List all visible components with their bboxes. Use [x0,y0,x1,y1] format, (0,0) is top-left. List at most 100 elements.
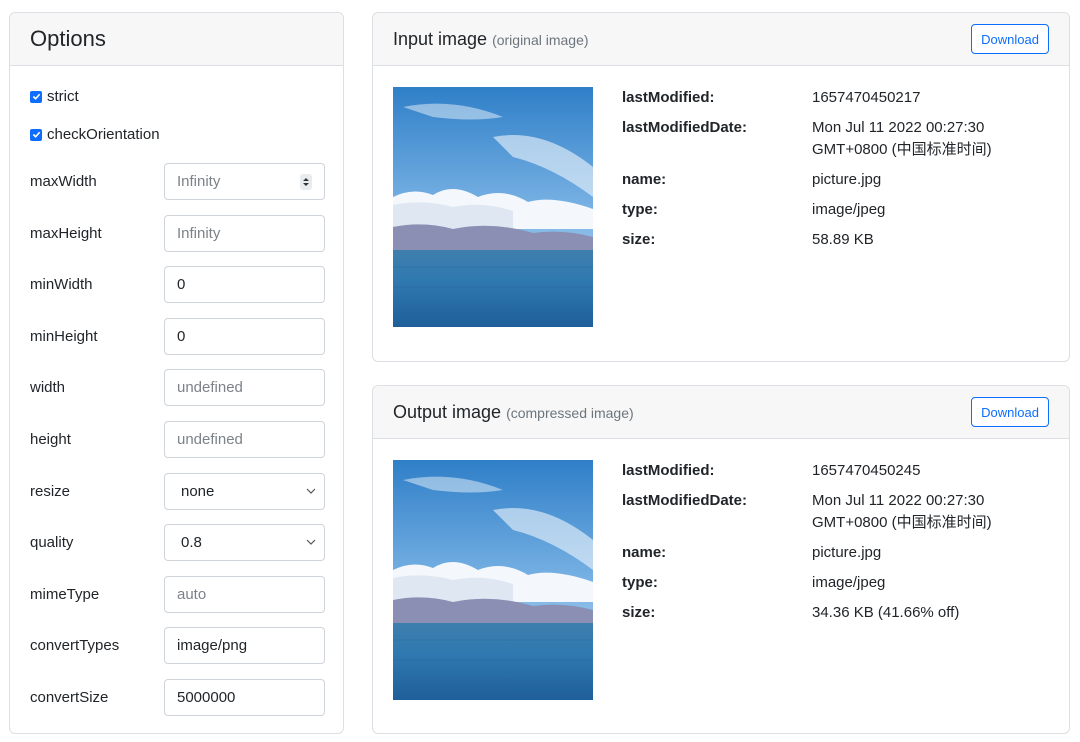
output-image-meta: lastModified: 1657470450245 lastModifiedD… [622,460,1052,632]
quality-select[interactable]: 0.8 [164,524,325,561]
meta-row: type: image/jpeg [622,572,1052,594]
input-download-button[interactable]: Download [971,24,1049,54]
meta-key: lastModified: [622,89,715,106]
meta-key: size: [622,231,656,248]
width-label: width [30,379,66,396]
check-orientation-checkbox-row[interactable]: checkOrientation [30,126,160,143]
height-label: height [30,431,71,448]
min-width-value: 0 [177,276,186,293]
meta-value: image/jpeg [812,201,886,218]
meta-key: name: [622,544,667,561]
convert-types-value: image/png [177,637,248,654]
meta-key: type: [622,201,658,218]
meta-row: type: image/jpeg [622,199,1052,221]
field-mime-type: mimeType auto [30,576,325,613]
resize-label: resize [30,483,71,500]
convert-types-label: convertTypes [30,637,120,654]
number-spinner-icon[interactable] [300,174,312,190]
output-image-title: Output image [393,401,502,422]
field-convert-size: convertSize 5000000 [30,679,325,716]
meta-value: 58.89 KB [812,231,874,248]
max-width-value: Infinity [177,173,221,190]
chevron-down-icon [306,488,316,494]
mime-type-input[interactable]: auto [164,576,325,613]
convert-size-input[interactable]: 5000000 [164,679,325,716]
input-image-panel: Input image (original image) Download las… [372,12,1070,362]
landscape-image [393,460,593,700]
convert-size-value: 5000000 [177,689,236,706]
max-width-input[interactable]: Infinity [164,163,325,200]
field-min-width: minWidth 0 [30,266,325,303]
max-width-label: maxWidth [30,173,97,190]
strict-checkbox[interactable] [30,90,42,103]
meta-key: type: [622,574,658,591]
field-resize: resize none [30,473,325,510]
strict-label: strict [47,88,79,105]
meta-value: 34.36 KB (41.66% off) [812,604,960,621]
quality-label: quality [30,534,74,551]
checkmark-icon [32,131,40,138]
mime-type-label: mimeType [30,586,100,603]
meta-key: lastModifiedDate: [622,492,748,509]
meta-value: 1657470450245 [812,462,921,479]
meta-row: size: 58.89 KB [622,229,1052,251]
meta-row: lastModified: 1657470450217 [622,87,1052,109]
output-image-heading: Output image (compressed image) [393,402,634,423]
field-height: height undefined [30,421,325,458]
output-image-preview [393,460,593,700]
width-value: undefined [177,379,243,396]
resize-value: none [181,483,215,500]
meta-row: lastModifiedDate: Mon Jul 11 2022 00:27:3… [622,117,1052,161]
meta-row: lastModifiedDate: Mon Jul 11 2022 00:27:3… [622,490,1052,534]
input-image-header: Input image (original image) Download [373,13,1069,66]
min-width-input[interactable]: 0 [164,266,325,303]
options-panel: Options strict checkOrientation maxWidth… [9,12,344,734]
chevron-down-icon [306,539,316,545]
field-max-width: maxWidth Infinity [30,163,325,200]
options-header: Options [10,13,343,66]
field-width: width undefined [30,369,325,406]
meta-value: 1657470450217 [812,89,921,106]
options-title: Options [30,26,106,51]
output-download-button[interactable]: Download [971,397,1049,427]
meta-row: name: picture.jpg [622,169,1052,191]
meta-value: picture.jpg [812,171,882,188]
min-height-value: 0 [177,328,186,345]
meta-value: Mon Jul 11 2022 00:27:30 GMT+0800 (中国标准时… [812,492,992,531]
max-height-input[interactable]: Infinity [164,215,325,252]
check-orientation-label: checkOrientation [47,126,160,143]
max-height-value: Infinity [177,225,221,242]
min-height-label: minHeight [30,328,98,345]
meta-key: lastModified: [622,462,715,479]
input-image-title: Input image [393,28,488,49]
meta-row: lastModified: 1657470450245 [622,460,1052,482]
field-min-height: minHeight 0 [30,318,325,355]
strict-checkbox-row[interactable]: strict [30,88,79,105]
output-image-panel: Output image (compressed image) Download … [372,385,1070,734]
checkmark-icon [32,93,40,100]
resize-select[interactable]: none [164,473,325,510]
meta-key: lastModifiedDate: [622,119,748,136]
meta-row: size: 34.36 KB (41.66% off) [622,602,1052,624]
convert-size-label: convertSize [30,689,109,706]
field-convert-types: convertTypes image/png [30,627,325,664]
width-input[interactable]: undefined [164,369,325,406]
field-quality: quality 0.8 [30,524,325,561]
input-image-meta: lastModified: 1657470450217 lastModifiedD… [622,87,1052,259]
min-height-input[interactable]: 0 [164,318,325,355]
input-image-preview [393,87,593,327]
output-image-subtitle: (compressed image) [506,404,634,421]
quality-value: 0.8 [181,534,202,551]
check-orientation-checkbox[interactable] [30,128,42,141]
height-input[interactable]: undefined [164,421,325,458]
convert-types-input[interactable]: image/png [164,627,325,664]
meta-key: size: [622,604,656,621]
output-image-header: Output image (compressed image) Download [373,386,1069,439]
meta-value: Mon Jul 11 2022 00:27:30 GMT+0800 (中国标准时… [812,119,992,158]
meta-value: image/jpeg [812,574,886,591]
max-height-label: maxHeight [30,225,102,242]
landscape-image [393,87,593,327]
input-image-subtitle: (original image) [492,31,589,48]
height-value: undefined [177,431,243,448]
input-image-heading: Input image (original image) [393,29,589,50]
